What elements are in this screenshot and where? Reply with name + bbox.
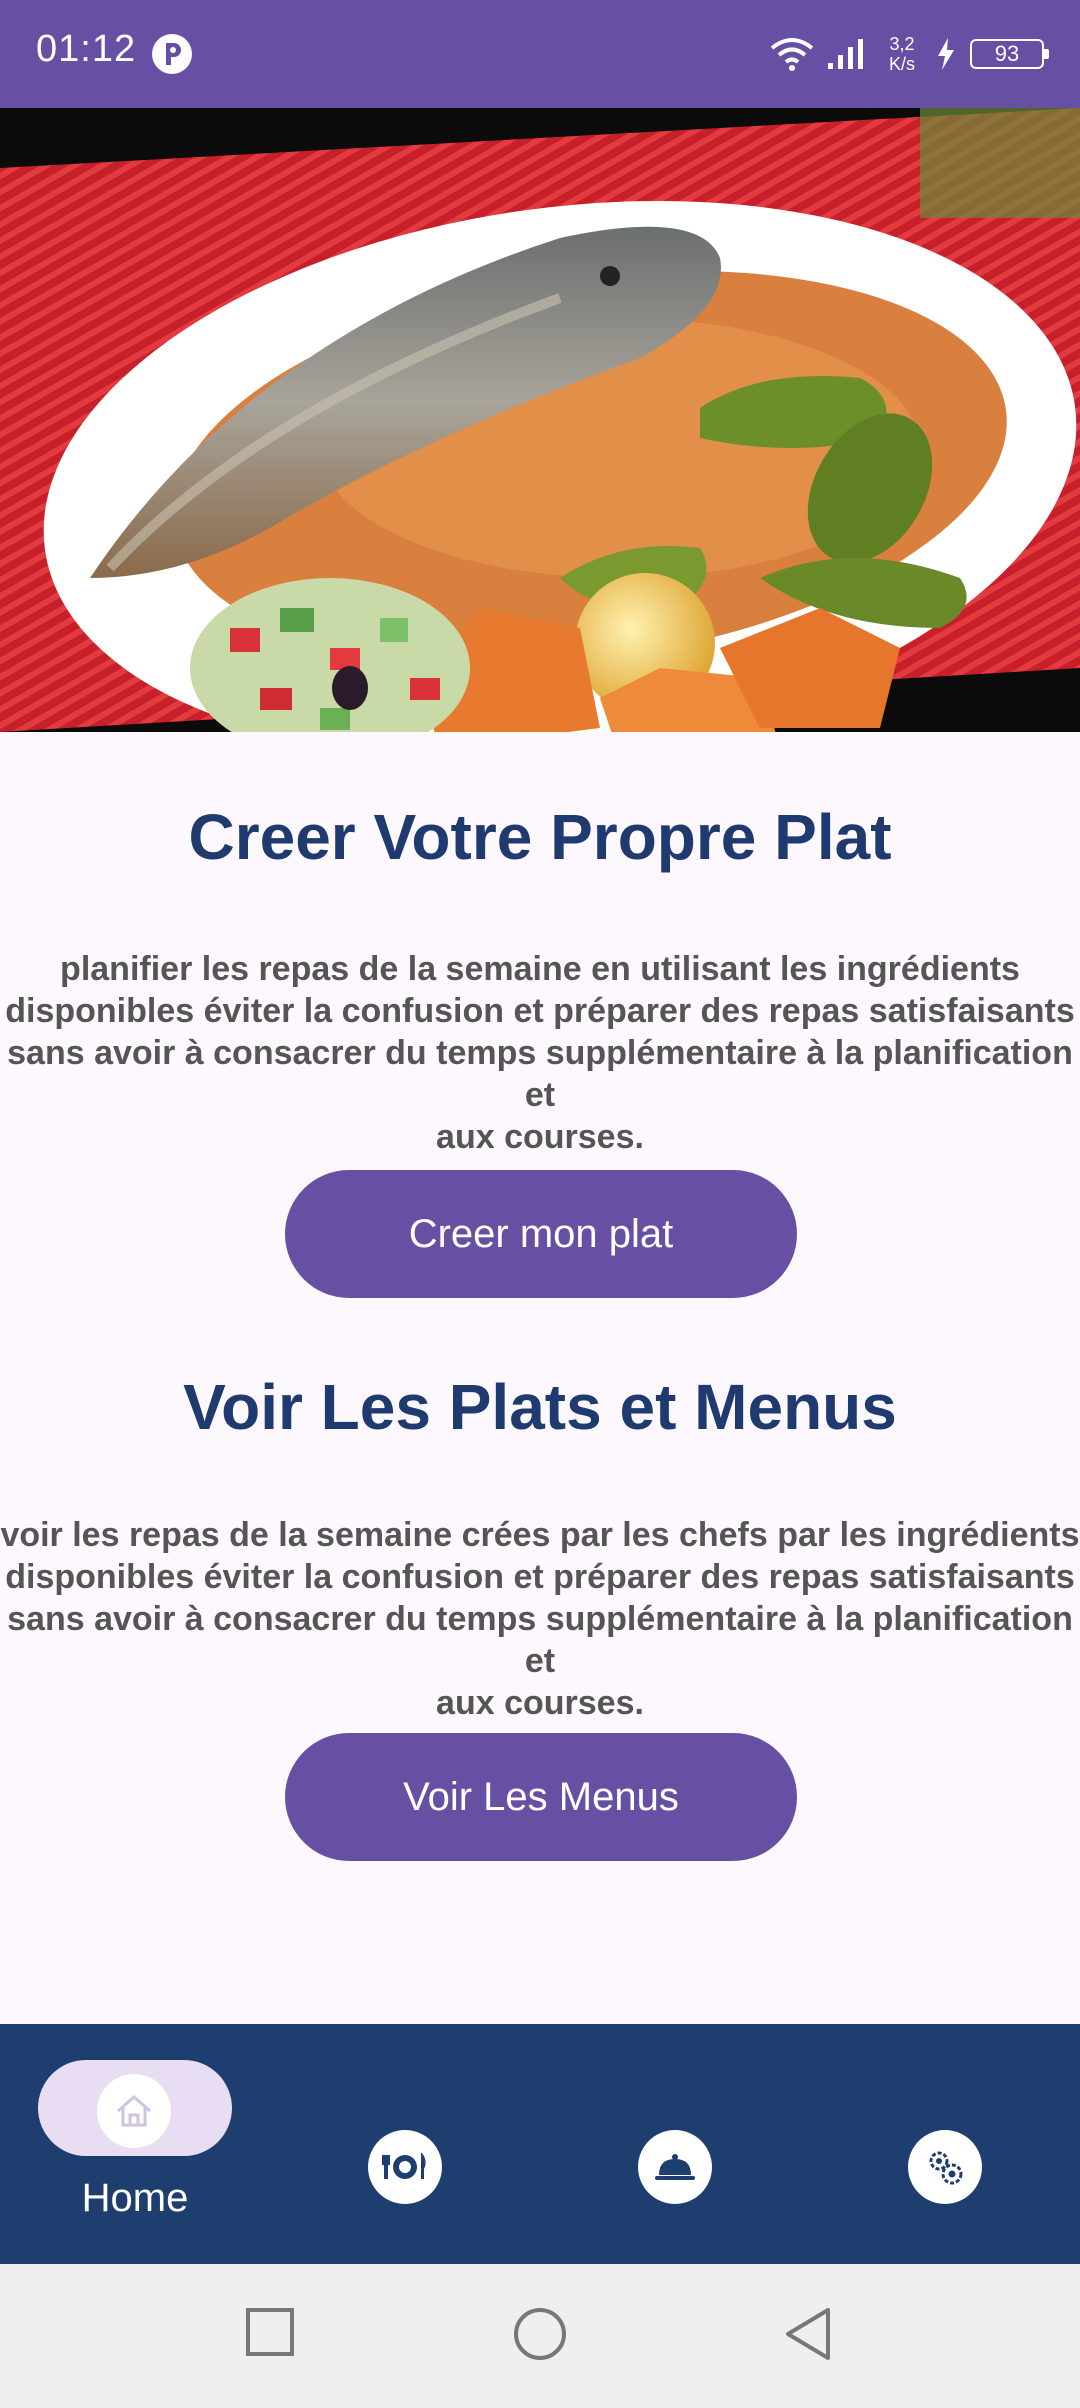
battery-indicator: 93 (970, 39, 1049, 69)
signal-icon (828, 39, 863, 69)
nav-item-settings[interactable] (908, 2130, 982, 2204)
section-title-menus: Voir Les Plats et Menus (183, 1371, 897, 1443)
network-speed: 3,2 K/s (882, 34, 922, 74)
nav-item-dishes[interactable] (368, 2130, 442, 2204)
home-icon (117, 2095, 151, 2127)
status-bar: 01:12 3,2 K/s 93 (0, 0, 1080, 108)
view-menus-button[interactable]: Voir Les Menus (285, 1733, 797, 1861)
nav-home-label: Home (81, 2176, 189, 2220)
plate-cutlery-icon (382, 2153, 426, 2179)
home-system-button[interactable] (512, 2306, 568, 2362)
bottom-navigation: Home (0, 2024, 1080, 2264)
gears-icon (929, 2151, 963, 2185)
system-navigation-bar (0, 2264, 1080, 2408)
section-title-create: Creer Votre Propre Plat (188, 801, 892, 873)
status-icons: 3,2 K/s 93 (770, 30, 1049, 78)
status-time: 01:12 (36, 28, 137, 70)
wifi-icon (770, 38, 814, 71)
section-description-menus: voir les repas de la semaine crées par l… (0, 1516, 1080, 1722)
battery-level: 93 (994, 41, 1020, 66)
section-description-create: planifier les repas de la semaine en uti… (5, 950, 1075, 1156)
network-speed-value: 3,2 (889, 34, 915, 54)
nav-item-menus[interactable] (638, 2130, 712, 2204)
create-dish-button[interactable]: Creer mon plat (285, 1170, 797, 1298)
app-notification-icon (152, 34, 192, 74)
nav-item-home[interactable]: Home (0, 2024, 270, 2264)
nav-home-icon-circle (97, 2074, 171, 2148)
hero-food-image (0, 108, 1080, 732)
network-speed-unit: K/s (888, 54, 915, 74)
back-button[interactable] (782, 2306, 834, 2362)
cloche-icon (655, 2154, 695, 2180)
charging-icon (938, 38, 954, 70)
recent-apps-button[interactable] (244, 2306, 296, 2358)
fish-couscous-illustration (0, 108, 1080, 732)
